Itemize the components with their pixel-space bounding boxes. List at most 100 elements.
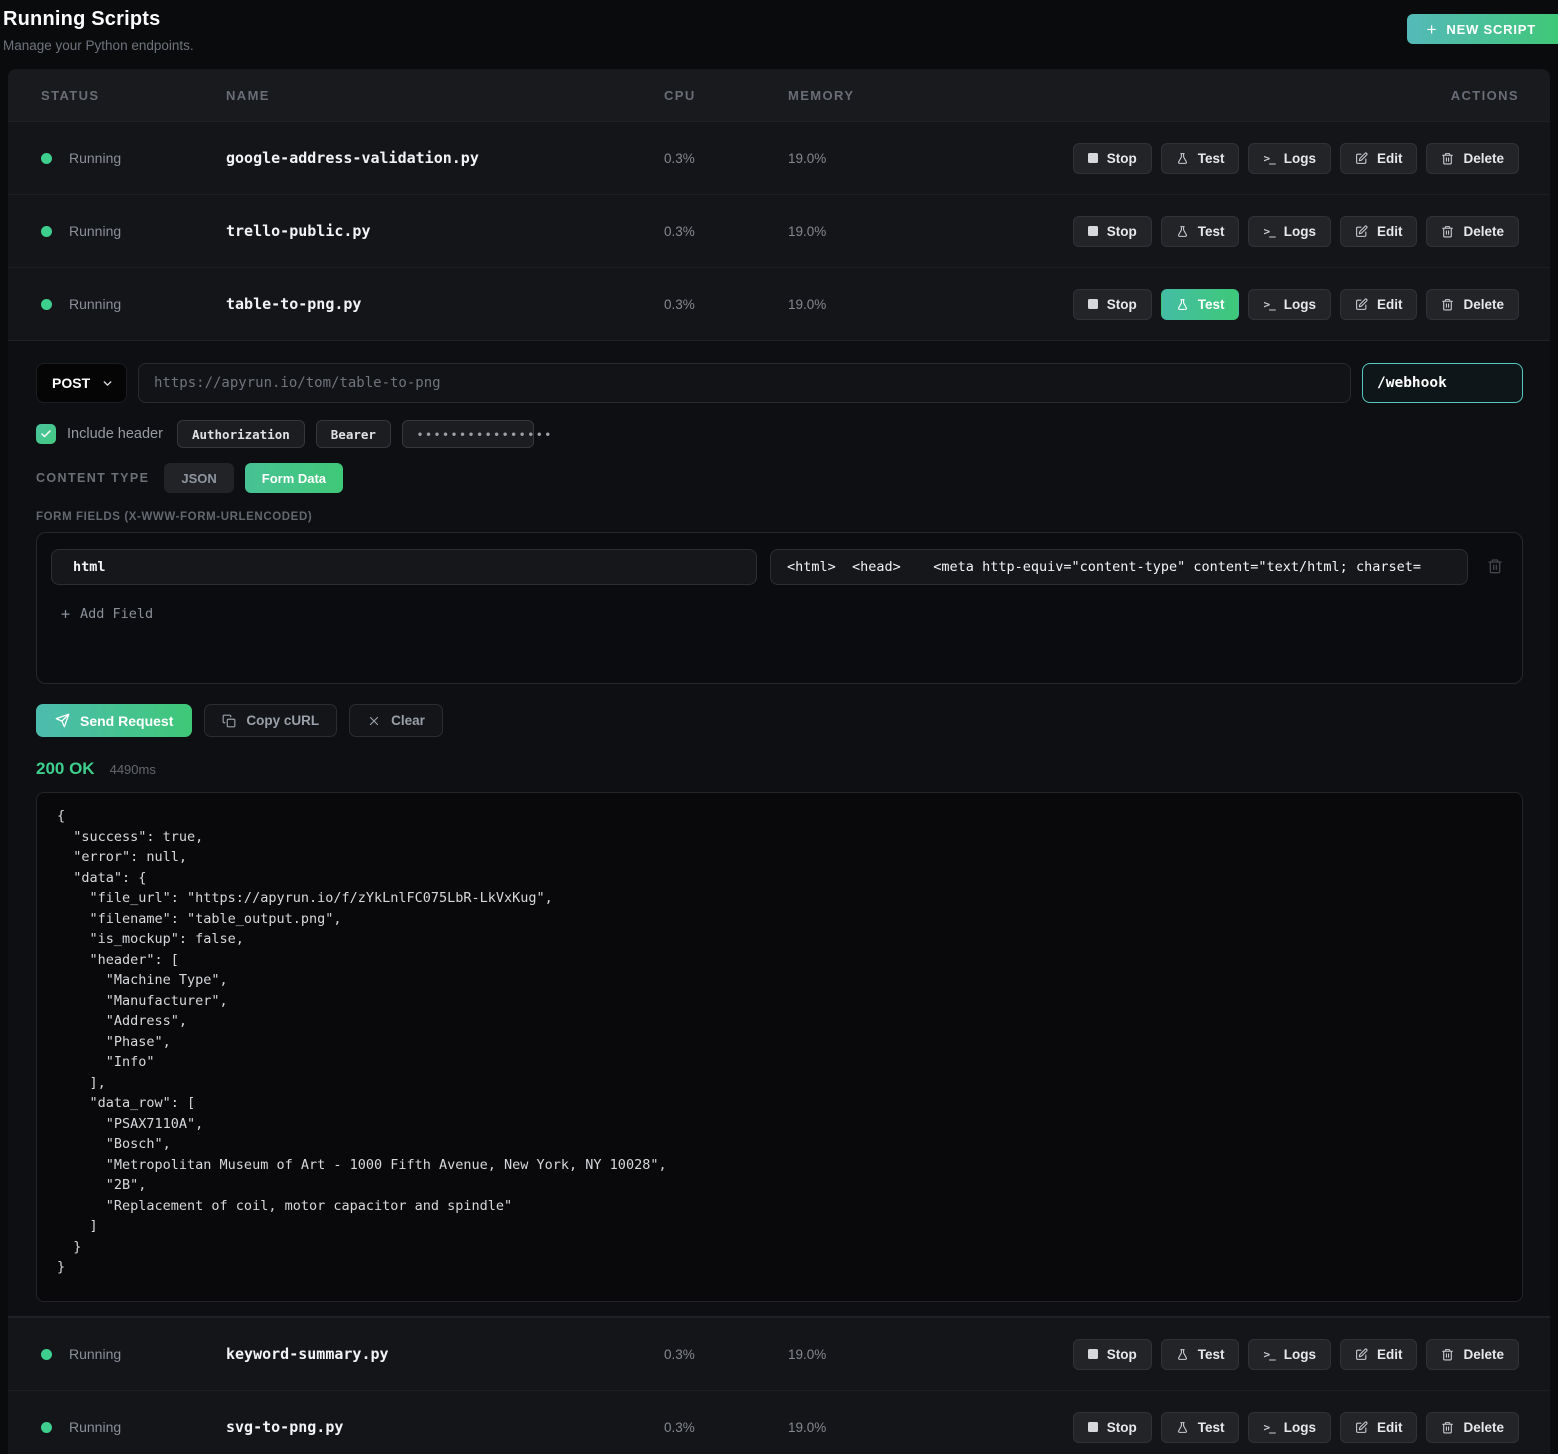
edit-label: Edit <box>1377 297 1403 312</box>
copy-icon <box>222 714 236 728</box>
delete-button[interactable]: Delete <box>1426 1412 1519 1443</box>
webhook-path-input[interactable] <box>1362 363 1523 403</box>
send-request-button[interactable]: Send Request <box>36 704 192 737</box>
script-name: keyword-summary.py <box>226 1345 664 1363</box>
trash-icon <box>1441 225 1454 238</box>
test-button-active[interactable]: Test <box>1161 289 1240 320</box>
status-label: Running <box>69 1419 121 1435</box>
page-header: Running Scripts Manage your Python endpo… <box>0 0 1558 69</box>
page-title: Running Scripts <box>3 8 1558 31</box>
edit-button[interactable]: Edit <box>1340 289 1418 320</box>
memory-value: 19.0% <box>788 297 918 312</box>
test-label: Test <box>1198 151 1225 166</box>
field-value-input[interactable] <box>770 549 1468 585</box>
response-status-row: 200 OK 4490ms <box>36 759 1523 779</box>
delete-button[interactable]: Delete <box>1426 216 1519 247</box>
stop-button[interactable]: Stop <box>1073 1339 1152 1370</box>
cpu-value: 0.3% <box>664 224 788 239</box>
response-status-badge: 200 OK <box>36 759 95 779</box>
new-script-button[interactable]: + NEW SCRIPT <box>1407 14 1558 44</box>
status-label: Running <box>69 150 121 166</box>
logs-button[interactable]: >_ Logs <box>1248 289 1331 320</box>
response-body-panel[interactable]: { "success": true, "error": null, "data"… <box>36 792 1523 1302</box>
add-field-button[interactable]: + Add Field <box>61 605 153 623</box>
delete-button[interactable]: Delete <box>1426 289 1519 320</box>
method-select[interactable]: POST <box>36 363 127 403</box>
cpu-value: 0.3% <box>664 297 788 312</box>
flask-icon <box>1176 1348 1189 1361</box>
test-label: Test <box>1198 224 1225 239</box>
flask-icon <box>1176 1421 1189 1434</box>
edit-label: Edit <box>1377 151 1403 166</box>
cpu-value: 0.3% <box>664 1420 788 1435</box>
column-status: STATUS <box>41 88 226 103</box>
stop-label: Stop <box>1107 1420 1137 1435</box>
edit-icon <box>1355 225 1368 238</box>
new-script-label: NEW SCRIPT <box>1446 22 1536 37</box>
terminal-icon: >_ <box>1263 225 1274 238</box>
response-json: { "success": true, "error": null, "data"… <box>57 806 1502 1278</box>
memory-value: 19.0% <box>788 224 918 239</box>
terminal-icon: >_ <box>1263 152 1274 165</box>
plus-icon: + <box>61 605 70 623</box>
cpu-value: 0.3% <box>664 1347 788 1362</box>
clear-button[interactable]: Clear <box>349 704 443 737</box>
logs-button[interactable]: >_Logs <box>1248 143 1331 174</box>
include-header-checkbox[interactable] <box>36 424 56 444</box>
include-header-label: Include header <box>67 426 163 442</box>
memory-value: 19.0% <box>788 1420 918 1435</box>
content-type-json-button[interactable]: JSON <box>164 463 233 493</box>
field-key-input[interactable] <box>51 549 757 585</box>
check-icon <box>40 428 52 440</box>
test-label: Test <box>1198 1347 1225 1362</box>
terminal-icon: >_ <box>1263 298 1274 311</box>
header-scheme-chip[interactable]: Bearer <box>316 420 391 448</box>
delete-label: Delete <box>1463 151 1504 166</box>
edit-button[interactable]: Edit <box>1340 143 1418 174</box>
content-type-label: CONTENT TYPE <box>36 471 149 485</box>
endpoint-url-input[interactable] <box>138 363 1351 403</box>
request-actions-row: Send Request Copy cURL Clear <box>36 704 1523 737</box>
header-secret-field[interactable]: •••••••••••••••• <box>402 420 534 448</box>
status-label: Running <box>69 223 121 239</box>
logs-label: Logs <box>1284 297 1316 312</box>
test-button[interactable]: Test <box>1161 1412 1240 1443</box>
stop-button[interactable]: Stop <box>1073 143 1152 174</box>
table-row: Running keyword-summary.py 0.3% 19.0% St… <box>8 1317 1550 1390</box>
edit-button[interactable]: Edit <box>1340 216 1418 247</box>
endpoint-test-panel: POST Include header Authorization Bearer… <box>8 340 1550 1317</box>
chevron-down-icon <box>101 377 114 390</box>
edit-icon <box>1355 1348 1368 1361</box>
test-button[interactable]: Test <box>1161 143 1240 174</box>
table-row: Running table-to-png.py 0.3% 19.0% Stop … <box>8 267 1550 340</box>
header-name-chip[interactable]: Authorization <box>177 420 305 448</box>
delete-button[interactable]: Delete <box>1426 143 1519 174</box>
delete-label: Delete <box>1463 224 1504 239</box>
form-fields-panel: + Add Field <box>36 532 1523 684</box>
include-header-row: Include header Authorization Bearer ••••… <box>36 420 1523 448</box>
edit-label: Edit <box>1377 1420 1403 1435</box>
edit-button[interactable]: Edit <box>1340 1412 1418 1443</box>
logs-button[interactable]: >_Logs <box>1248 1339 1331 1370</box>
stop-button[interactable]: Stop <box>1073 289 1152 320</box>
cpu-value: 0.3% <box>664 151 788 166</box>
stop-button[interactable]: Stop <box>1073 216 1152 247</box>
test-button[interactable]: Test <box>1161 1339 1240 1370</box>
running-status-dot <box>41 226 52 237</box>
add-field-label: Add Field <box>80 606 153 622</box>
running-status-dot <box>41 299 52 310</box>
test-button[interactable]: Test <box>1161 216 1240 247</box>
remove-field-button[interactable] <box>1481 558 1509 577</box>
delete-button[interactable]: Delete <box>1426 1339 1519 1370</box>
method-value: POST <box>52 375 90 391</box>
clear-label: Clear <box>391 713 425 728</box>
stop-button[interactable]: Stop <box>1073 1412 1152 1443</box>
logs-button[interactable]: >_Logs <box>1248 1412 1331 1443</box>
edit-button[interactable]: Edit <box>1340 1339 1418 1370</box>
copy-curl-button[interactable]: Copy cURL <box>204 704 337 737</box>
logs-button[interactable]: >_Logs <box>1248 216 1331 247</box>
content-type-form-data-button[interactable]: Form Data <box>245 463 343 493</box>
delete-label: Delete <box>1463 297 1504 312</box>
scripts-table: STATUS NAME CPU MEMORY ACTIONS Running g… <box>8 69 1550 1454</box>
script-name: table-to-png.py <box>226 295 664 313</box>
